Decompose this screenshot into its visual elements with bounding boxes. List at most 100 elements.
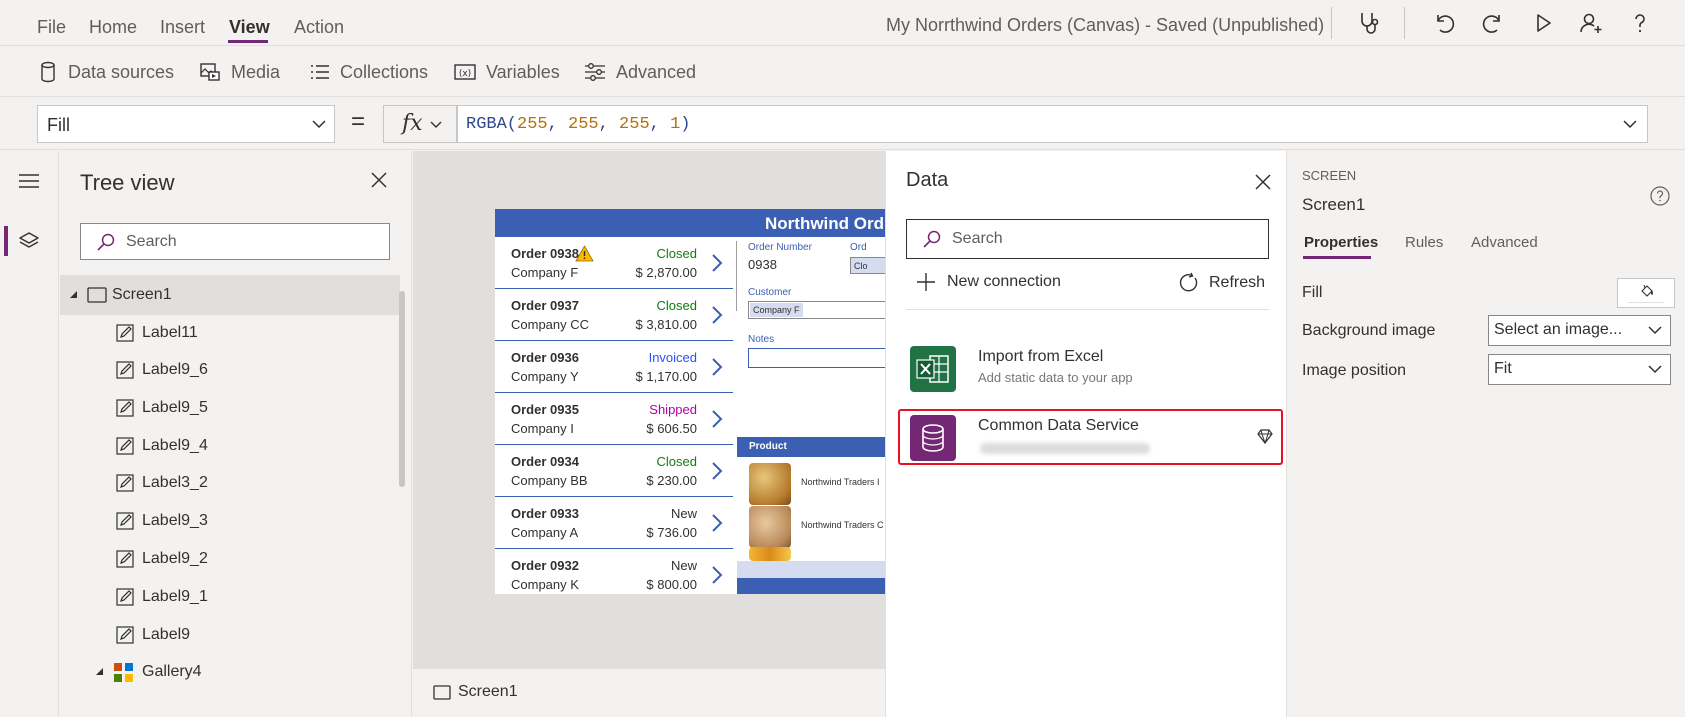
redo-icon[interactable] — [1480, 10, 1506, 36]
fx-button[interactable]: fx — [383, 105, 457, 143]
fill-color-picker[interactable] — [1617, 278, 1675, 308]
help-circle-icon[interactable] — [1650, 186, 1670, 206]
gallery-icon — [114, 663, 133, 682]
screen-icon — [433, 685, 451, 700]
order-amount: $ 3,810.00 — [635, 317, 697, 332]
tree-item-label: Label9_2 — [142, 550, 208, 567]
customer-field[interactable]: Company F — [748, 301, 885, 319]
order-row[interactable]: Order 0932 Company K New $ 800.00 — [495, 549, 733, 594]
data-search-input[interactable]: Search — [906, 219, 1269, 259]
property-dropdown[interactable]: Fill — [37, 105, 335, 143]
chevron-right-icon[interactable] — [711, 357, 723, 377]
menu-insert[interactable]: Insert — [160, 17, 205, 38]
data-sources-label: Data sources — [68, 61, 175, 82]
tree-item-label11[interactable]: Label11 — [60, 313, 400, 353]
chevron-right-icon[interactable] — [711, 305, 723, 325]
common-data-service-icon — [910, 415, 956, 461]
order-company: Company Y — [511, 369, 579, 384]
app-preview[interactable]: Northwind Ord Order 0938 Company F Close… — [495, 209, 885, 594]
variables-button[interactable]: (x) Variables — [454, 60, 560, 84]
tree-search-input[interactable]: Search — [80, 223, 390, 260]
chevron-right-icon[interactable] — [711, 409, 723, 429]
chevron-right-icon[interactable] — [711, 513, 723, 533]
tab-properties[interactable]: Properties — [1304, 234, 1378, 251]
svg-text:(x): (x) — [459, 69, 471, 79]
fx-icon: fx — [402, 111, 423, 136]
order-row[interactable]: Order 0937 Company CC Closed $ 3,810.00 — [495, 289, 733, 341]
order-number: Order 0937 — [511, 298, 579, 313]
tab-advanced[interactable]: Advanced — [1471, 234, 1538, 251]
connector-import-excel[interactable]: Import from Excel Add static data to you… — [898, 341, 1283, 397]
advanced-button[interactable]: Advanced — [584, 60, 696, 84]
tree-item-label3-2[interactable]: Label3_2 — [60, 463, 400, 503]
database-icon — [41, 61, 55, 83]
refresh-button[interactable]: Refresh — [1178, 272, 1265, 294]
background-image-dropdown[interactable]: Select an image... — [1488, 315, 1671, 346]
close-icon[interactable] — [1255, 174, 1271, 190]
formula-function: RGBA( — [466, 115, 518, 134]
label-edit-icon — [116, 399, 134, 417]
order-row[interactable]: Order 0933 Company A New $ 736.00 — [495, 497, 733, 549]
plus-icon — [917, 273, 935, 291]
tree-scrollbar[interactable] — [399, 291, 405, 487]
screen-tab-screen1[interactable]: Screen1 — [413, 668, 885, 717]
stethoscope-icon[interactable] — [1356, 10, 1382, 36]
collapse-triangle-icon[interactable] — [69, 290, 78, 299]
excel-icon — [910, 346, 956, 392]
tree-item-label9-3[interactable]: Label9_3 — [60, 501, 400, 541]
image-position-dropdown[interactable]: Fit — [1488, 354, 1671, 385]
connector-subtitle: Add static data to your app — [978, 370, 1133, 385]
tree-item-gallery4[interactable]: Gallery4 — [60, 652, 400, 692]
help-icon[interactable] — [1627, 10, 1653, 36]
menu-view[interactable]: View — [229, 17, 270, 38]
new-connection-button[interactable]: New connection — [916, 272, 1061, 292]
chevron-down-icon — [1648, 326, 1662, 335]
chevron-down-icon — [1648, 365, 1662, 374]
tree-item-label9-4[interactable]: Label9_4 — [60, 426, 400, 466]
order-status-dropdown[interactable]: Clo — [850, 257, 885, 274]
menu-home[interactable]: Home — [89, 17, 137, 38]
order-amount: $ 606.50 — [646, 421, 697, 436]
detail-footer — [737, 561, 885, 578]
notes-field[interactable] — [748, 348, 885, 368]
tree-item-label9-2[interactable]: Label9_2 — [60, 539, 400, 579]
media-button[interactable]: Media — [199, 60, 280, 84]
order-row[interactable]: Order 0938 Company F Closed $ 2,870.00 — [495, 237, 733, 289]
collections-button[interactable]: Collections — [310, 60, 428, 84]
hamburger-icon[interactable] — [18, 173, 40, 189]
tree-item-label9[interactable]: Label9 — [60, 615, 400, 655]
expand-formula-icon[interactable] — [1623, 120, 1637, 129]
label-edit-icon — [116, 324, 134, 342]
tree-item-screen1[interactable]: Screen1 — [60, 275, 400, 315]
tree-item-label9-6[interactable]: Label9_6 — [60, 350, 400, 390]
add-user-icon[interactable] — [1578, 10, 1604, 36]
variables-label: Variables — [486, 61, 560, 82]
order-number: Order 0932 — [511, 558, 579, 573]
menu-file[interactable]: File — [37, 17, 66, 38]
formula-arg-green: 255 — [568, 115, 599, 134]
layers-icon[interactable] — [18, 231, 40, 251]
tab-rules[interactable]: Rules — [1405, 234, 1443, 251]
order-row[interactable]: Order 0936 Company Y Invoiced $ 1,170.00 — [495, 341, 733, 393]
label-edit-icon — [116, 626, 134, 644]
data-sources-button[interactable]: Data sources — [38, 60, 174, 84]
order-number-label: Order Number — [748, 242, 812, 253]
chevron-right-icon[interactable] — [711, 565, 723, 585]
formula-input[interactable]: RGBA(255, 255, 255, 1) — [457, 105, 1648, 143]
order-company: Company BB — [511, 473, 588, 488]
chevron-down-icon — [312, 120, 326, 129]
tree-item-label9-5[interactable]: Label9_5 — [60, 388, 400, 428]
connector-common-data-service[interactable]: Common Data Service — [898, 409, 1283, 465]
menu-action[interactable]: Action — [294, 17, 344, 38]
close-icon[interactable] — [371, 172, 387, 188]
play-icon[interactable] — [1530, 10, 1556, 36]
collapse-triangle-icon[interactable] — [95, 667, 104, 676]
order-row[interactable]: Order 0935 Company I Shipped $ 606.50 — [495, 393, 733, 445]
undo-icon[interactable] — [1431, 10, 1457, 36]
customer-label: Customer — [748, 287, 792, 298]
tree-item-label: Label11 — [142, 324, 198, 341]
tree-item-label9-1[interactable]: Label9_1 — [60, 577, 400, 617]
chevron-right-icon[interactable] — [711, 461, 723, 481]
order-row[interactable]: Order 0934 Company BB Closed $ 230.00 — [495, 445, 733, 497]
chevron-right-icon[interactable] — [711, 253, 723, 273]
